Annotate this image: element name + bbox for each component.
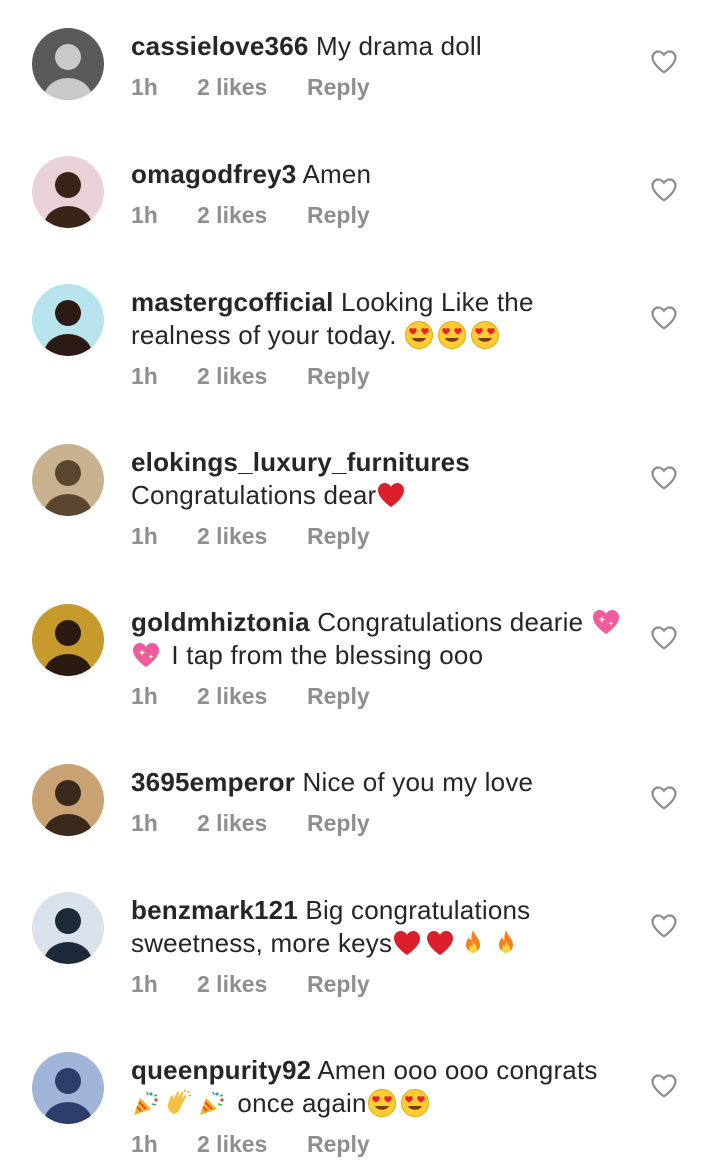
comment-text: 3695emperor Nice of you my love	[131, 766, 631, 799]
comment-text: goldmhiztonia Congratulations dearie I t…	[131, 606, 631, 672]
comment-text: omagodfrey3 Amen	[131, 158, 631, 191]
comment-timestamp: 1h	[131, 523, 158, 549]
reply-button[interactable]: Reply	[307, 969, 370, 999]
red-heart-emoji	[392, 928, 422, 958]
likes-count-link[interactable]: 2 likes	[197, 681, 307, 711]
comment-text-segment: Nice of you my love	[302, 767, 534, 797]
avatar[interactable]	[32, 1052, 104, 1124]
avatar[interactable]	[32, 764, 104, 836]
comment-body: benzmark121 Big congratulations sweetnes…	[131, 894, 631, 999]
comment-timestamp: 1h	[131, 810, 158, 836]
avatar[interactable]	[32, 604, 104, 676]
comment-meta: 1h 2 likes Reply	[131, 521, 631, 551]
like-heart-icon[interactable]	[651, 786, 677, 810]
comment-timestamp: 1h	[131, 74, 158, 100]
comment-body: omagodfrey3 Amen 1h 2 likes Reply	[131, 158, 631, 230]
fire-emoji	[491, 928, 521, 958]
likes-count-link[interactable]: 2 likes	[197, 808, 307, 838]
comment-meta: 1h 2 likes Reply	[131, 1129, 631, 1159]
like-heart-icon[interactable]	[651, 466, 677, 490]
clapping-hands-emoji	[164, 1088, 194, 1118]
red-heart-emoji	[425, 928, 455, 958]
comment-text: queenpurity92 Amen ooo ooo congrats once…	[131, 1054, 631, 1120]
avatar[interactable]	[32, 156, 104, 228]
reply-button[interactable]: Reply	[307, 808, 370, 838]
reply-button[interactable]: Reply	[307, 72, 370, 102]
username-link[interactable]: 3695emperor	[131, 767, 295, 797]
like-heart-icon[interactable]	[651, 50, 677, 74]
reply-button[interactable]: Reply	[307, 681, 370, 711]
username-link[interactable]: elokings_luxury_furnitures	[131, 447, 470, 477]
comment-meta: 1h 2 likes Reply	[131, 361, 631, 391]
comment-text-segment: once again	[230, 1088, 367, 1118]
like-heart-icon[interactable]	[651, 914, 677, 938]
comment-text-segment: Amen	[302, 159, 372, 189]
comment-timestamp: 1h	[131, 683, 158, 709]
comment-text-segment: Amen ooo ooo congrats	[317, 1055, 598, 1085]
comment-timestamp: 1h	[131, 971, 158, 997]
comment-body: cassielove366 My drama doll 1h 2 likes Repl…	[131, 30, 631, 102]
comment-body: mastergcofficial Looking Like the realne…	[131, 286, 631, 391]
avatar[interactable]	[32, 444, 104, 516]
like-heart-icon[interactable]	[651, 1074, 677, 1098]
red-heart-emoji	[376, 480, 406, 510]
username-link[interactable]: omagodfrey3	[131, 159, 296, 189]
reply-button[interactable]: Reply	[307, 1129, 370, 1159]
username-link[interactable]: mastergcofficial	[131, 287, 334, 317]
heart-eyes-emoji	[404, 320, 434, 350]
comment-body: goldmhiztonia Congratulations dearie I t…	[131, 606, 631, 711]
comment-timestamp: 1h	[131, 202, 158, 228]
heart-eyes-emoji	[437, 320, 467, 350]
likes-count-link[interactable]: 2 likes	[197, 72, 307, 102]
sparkling-heart-emoji	[131, 640, 161, 670]
comment-meta: 1h 2 likes Reply	[131, 200, 631, 230]
sparkling-heart-emoji	[591, 607, 621, 637]
comment-text-segment: Congratulations dear	[131, 480, 377, 510]
like-heart-icon[interactable]	[651, 306, 677, 330]
heart-eyes-emoji	[367, 1088, 397, 1118]
comment-body: 3695emperor Nice of you my love 1h 2 likes…	[131, 766, 631, 838]
comment-text: mastergcofficial Looking Like the realne…	[131, 286, 631, 352]
comment-text-segment: My drama doll	[315, 31, 482, 61]
comment-body: queenpurity92 Amen ooo ooo congrats once…	[131, 1054, 631, 1159]
comment-text: cassielove366 My drama doll	[131, 30, 631, 63]
username-link[interactable]: benzmark121	[131, 895, 298, 925]
username-link[interactable]: queenpurity92	[131, 1055, 311, 1085]
likes-count-link[interactable]: 2 likes	[197, 1129, 307, 1159]
comment-text: benzmark121 Big congratulations sweetnes…	[131, 894, 631, 960]
username-link[interactable]: goldmhiztonia	[131, 607, 310, 637]
avatar[interactable]	[32, 892, 104, 964]
fire-emoji	[458, 928, 488, 958]
heart-eyes-emoji	[400, 1088, 430, 1118]
reply-button[interactable]: Reply	[307, 361, 370, 391]
comment-meta: 1h 2 likes Reply	[131, 808, 631, 838]
party-popper-emoji	[197, 1088, 227, 1118]
likes-count-link[interactable]: 2 likes	[197, 521, 307, 551]
comments-list: cassielove366 My drama doll 1h 2 likes Repl…	[0, 0, 720, 1164]
likes-count-link[interactable]: 2 likes	[197, 200, 307, 230]
comment-meta: 1h 2 likes Reply	[131, 681, 631, 711]
username-link[interactable]: cassielove366	[131, 31, 309, 61]
comment-body: elokings_luxury_furnitures Congratulatio…	[131, 446, 631, 551]
comment-text-segment: I tap from the blessing ooo	[164, 640, 484, 670]
comment-timestamp: 1h	[131, 363, 158, 389]
comment-meta: 1h 2 likes Reply	[131, 72, 631, 102]
comment-text: elokings_luxury_furnitures Congratulatio…	[131, 446, 631, 512]
reply-button[interactable]: Reply	[307, 200, 370, 230]
avatar[interactable]	[32, 28, 104, 100]
comment-text-segment: Congratulations dearie	[317, 607, 591, 637]
reply-button[interactable]: Reply	[307, 521, 370, 551]
heart-eyes-emoji	[470, 320, 500, 350]
party-popper-emoji	[131, 1088, 161, 1118]
comment-meta: 1h 2 likes Reply	[131, 969, 631, 999]
likes-count-link[interactable]: 2 likes	[197, 969, 307, 999]
like-heart-icon[interactable]	[651, 178, 677, 202]
comment-timestamp: 1h	[131, 1131, 158, 1157]
avatar[interactable]	[32, 284, 104, 356]
like-heart-icon[interactable]	[651, 626, 677, 650]
likes-count-link[interactable]: 2 likes	[197, 361, 307, 391]
